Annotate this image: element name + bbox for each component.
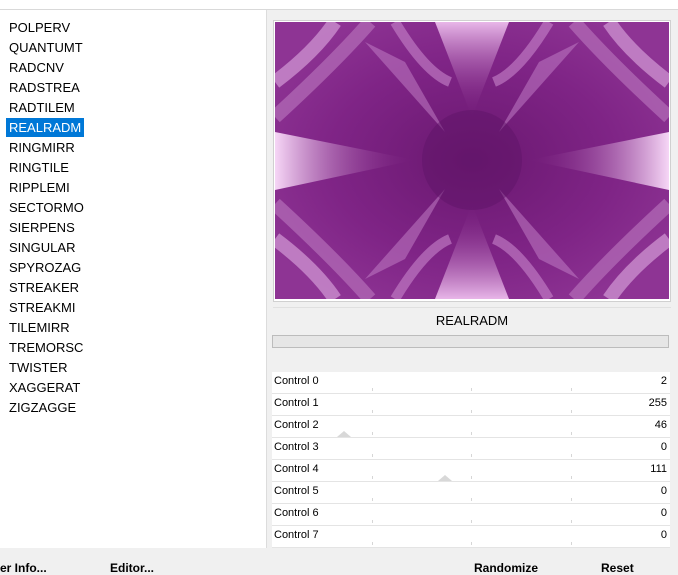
filter-list-item-label: TREMORSC — [9, 340, 84, 355]
slider-tick — [570, 388, 572, 391]
slider-thumb[interactable] — [336, 431, 351, 437]
control-value: 111 — [650, 463, 667, 475]
filter-list-item-label: ZIGZAGGE — [9, 400, 77, 415]
slider-tick — [570, 542, 572, 545]
control-row[interactable]: Control 5 0 — [272, 482, 670, 504]
filter-list-item[interactable]: QUANTUMT — [6, 38, 87, 58]
slider-tick — [471, 410, 472, 413]
filter-list-item-label: QUANTUMT — [9, 40, 83, 55]
slider-tick — [371, 476, 373, 479]
slider-tick — [371, 432, 373, 435]
filter-list-item[interactable]: STREAKER — [6, 278, 87, 298]
filter-list-item-label: SECTORMO — [9, 200, 84, 215]
filter-list-item[interactable]: RADTILEM — [6, 98, 87, 118]
slider-tick — [570, 454, 572, 457]
slider-tick — [570, 476, 572, 479]
filter-list-item-label: TWISTER — [9, 360, 68, 375]
control-value: 255 — [648, 397, 667, 409]
filter-list-item-label: XAGGERAT — [9, 380, 81, 395]
filter-list-item-label: RINGTILE — [9, 160, 69, 175]
control-value: 0 — [660, 485, 667, 497]
slider-tick — [471, 388, 472, 391]
filter-list-item[interactable]: SECTORMO — [6, 198, 87, 218]
control-slider[interactable] — [272, 542, 670, 548]
filter-list-item[interactable]: STREAKMI — [6, 298, 87, 318]
slider-tick — [471, 520, 472, 523]
control-value: 0 — [660, 529, 667, 541]
filter-name-label: REALRADM — [273, 307, 671, 334]
filter-list-item-label: RIPPLEMI — [9, 180, 70, 195]
slider-tick — [471, 432, 472, 435]
slider-tick — [471, 498, 472, 501]
filter-list-item-label: POLPERV — [9, 20, 71, 35]
slider-tick — [371, 410, 373, 413]
slider-tick — [371, 542, 373, 545]
slider-tick — [371, 498, 373, 501]
control-label: Control 0 — [274, 375, 319, 387]
control-label: Control 3 — [274, 441, 319, 453]
filter-list-item-label: RADCNV — [9, 60, 64, 75]
control-row[interactable]: Control 2 46 — [272, 416, 670, 438]
filter-list-item-label: TILEMIRR — [9, 320, 70, 335]
filter-list-item[interactable]: RIPPLEMI — [6, 178, 87, 198]
slider-tick — [371, 454, 373, 457]
progress-bar — [272, 335, 669, 348]
filter-list-item[interactable]: ZIGZAGGE — [6, 398, 87, 418]
filter-list-item[interactable]: RINGMIRR — [6, 138, 87, 158]
slider-tick — [471, 454, 472, 457]
filter-list-item[interactable]: SIERPENS — [6, 218, 87, 238]
filter-list-item[interactable]: TILEMIRR — [6, 318, 87, 338]
control-row[interactable]: Control 3 0 — [272, 438, 670, 460]
filter-list-item[interactable]: RADSTREA — [6, 78, 87, 98]
controls-list: Control 0 2 Control 1 255 Control 2 46 Control… — [272, 372, 670, 548]
slider-tick — [471, 542, 472, 545]
filter-list-item[interactable]: SINGULAR — [6, 238, 87, 258]
filter-list-panel: POLPERV QUANTUMT RADCNV RADSTREA RADTILEM REA… — [0, 10, 267, 548]
control-value: 46 — [654, 419, 667, 431]
control-row[interactable]: Control 7 0 — [272, 526, 670, 548]
filter-list-item[interactable]: POLPERV — [6, 18, 87, 38]
slider-tick — [570, 410, 572, 413]
slider-tick — [371, 388, 373, 391]
filter-list-item-label: SINGULAR — [9, 240, 76, 255]
slider-tick — [570, 498, 572, 501]
control-row[interactable]: Control 0 2 — [272, 372, 670, 394]
preview-image — [275, 22, 669, 299]
control-row[interactable]: Control 4 111 — [272, 460, 670, 482]
slider-tick — [570, 520, 572, 523]
filter-list-item[interactable]: XAGGERAT — [6, 378, 87, 398]
control-row[interactable]: Control 6 0 — [272, 504, 670, 526]
slider-tick — [371, 520, 373, 523]
control-label: Control 6 — [274, 507, 319, 519]
top-bar — [0, 0, 678, 10]
filter-list-item[interactable]: RADCNV — [6, 58, 87, 78]
control-label: Control 4 — [274, 463, 319, 475]
filter-list-item[interactable]: RINGTILE — [6, 158, 87, 178]
filter-list-item-label: RADSTREA — [9, 80, 80, 95]
filter-list-item-label: RADTILEM — [9, 100, 75, 115]
slider-tick — [570, 432, 572, 435]
slider-tick — [471, 476, 472, 479]
filter-list-item[interactable]: SPYROZAG — [6, 258, 87, 278]
control-label: Control 7 — [274, 529, 319, 541]
slider-thumb[interactable] — [438, 475, 453, 481]
filter-list-item[interactable]: REALRADM — [6, 118, 87, 138]
filter-list-item-label: STREAKER — [9, 280, 80, 295]
filter-list-item[interactable]: TREMORSC — [6, 338, 87, 358]
control-value: 2 — [660, 375, 667, 387]
control-label: Control 1 — [274, 397, 319, 409]
control-value: 0 — [660, 441, 667, 453]
filter-list-item-label: RINGMIRR — [9, 140, 75, 155]
filter-list[interactable]: POLPERV QUANTUMT RADCNV RADSTREA RADTILEM REA… — [6, 18, 87, 418]
filter-list-item-label: SPYROZAG — [9, 260, 82, 275]
filter-list-item-label: STREAKMI — [9, 300, 76, 315]
control-label: Control 2 — [274, 419, 319, 431]
filter-list-item-label: SIERPENS — [9, 220, 75, 235]
filter-list-item[interactable]: TWISTER — [6, 358, 87, 378]
control-value: 0 — [660, 507, 667, 519]
filter-list-item-label: REALRADM — [6, 118, 85, 137]
control-row[interactable]: Control 1 255 — [272, 394, 670, 416]
control-label: Control 5 — [274, 485, 319, 497]
